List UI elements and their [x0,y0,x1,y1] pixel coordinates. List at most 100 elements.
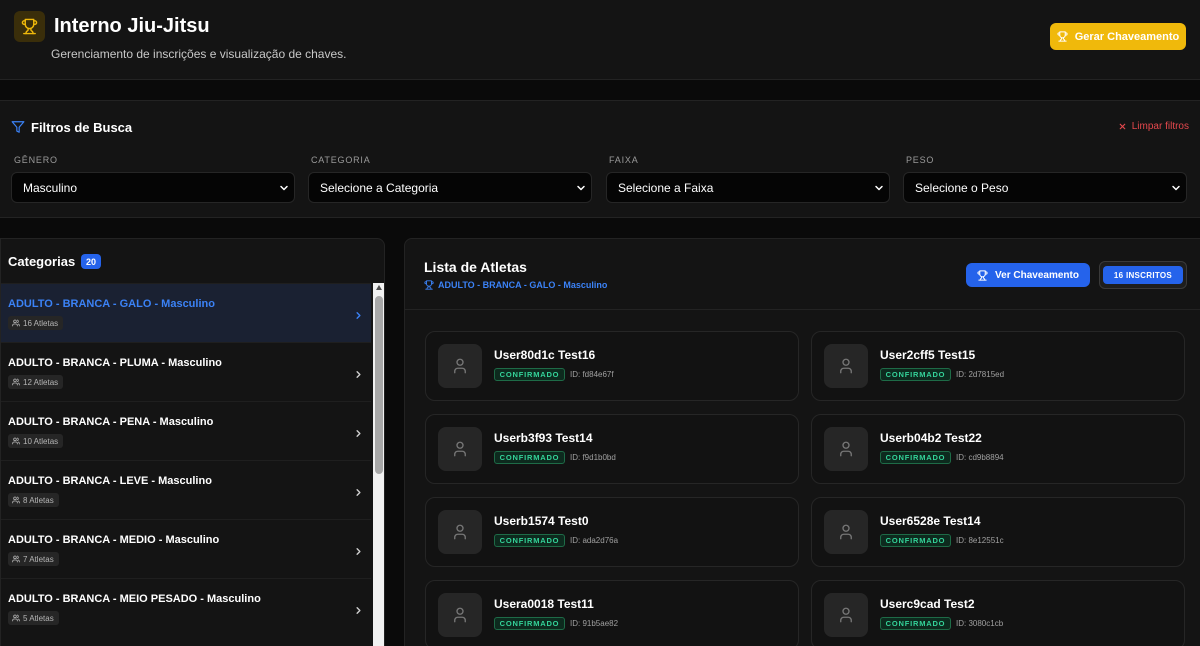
scroll-up-arrow[interactable] [376,285,382,290]
belt-select[interactable]: Selecione a Faixa [606,172,890,203]
enrolled-count-badge: 16 INSCRITOS [1103,266,1183,284]
athlete-id: ID: ada2d76a [570,536,619,545]
status-badge: CONFIRMADO [494,451,565,464]
athlete-count-text: 8 Atletas [23,495,54,505]
athlete-name: Usera0018 Test11 [494,597,594,611]
athlete-count-text: 12 Atletas [23,377,59,387]
status-badge: CONFIRMADO [494,534,565,547]
chevron-down-icon [875,185,883,191]
avatar [824,510,868,554]
athlete-count-badge: 8 Atletas [8,493,59,507]
athlete-card[interactable]: Userb1574 Test0 CONFIRMADO ID: ada2d76a [425,497,799,567]
user-icon [840,441,852,457]
avatar [438,593,482,637]
athlete-count-badge: 7 Atletas [8,552,59,566]
status-badge: CONFIRMADO [880,451,951,464]
athlete-id: ID: fd84e67f [570,370,614,379]
athlete-name: User6528e Test14 [880,514,981,528]
scroll-thumb[interactable] [375,296,383,474]
athlete-count-text: 16 Atletas [23,318,59,328]
view-bracket-button[interactable]: Ver Chaveamento [966,263,1090,287]
athlete-count-badge: 12 Atletas [8,375,64,389]
avatar [438,510,482,554]
athlete-card[interactable]: Userb3f93 Test14 CONFIRMADO ID: f9d1b0bd [425,414,799,484]
close-icon [1119,123,1126,130]
weight-label: PESO [906,155,935,165]
category-select[interactable]: Selecione a Categoria [308,172,592,203]
user-icon [840,524,852,540]
trophy-icon [424,280,434,290]
athlete-name: User2cff5 Test15 [880,348,976,362]
avatar [438,427,482,471]
category-item[interactable]: ADULTO - BRANCA - MEDIO - Masculino 7 Atl… [1,519,371,578]
avatar [824,427,868,471]
app-subtitle: Gerenciamento de inscrições e visualizaç… [51,47,347,61]
category-name: ADULTO - BRANCA - PLUMA - Masculino [8,357,222,369]
filters-panel: Filtros de Busca Limpar filtros GÊNERO M… [0,100,1200,218]
weight-select[interactable]: Selecione o Peso [903,172,1187,203]
athlete-count-badge: 16 Atletas [8,316,64,330]
users-icon [12,496,20,504]
filters-title: Filtros de Busca [31,120,133,135]
athlete-name: Userb1574 Test0 [494,514,589,528]
filter-icon [11,121,25,133]
athlete-count-text: 7 Atletas [23,554,54,564]
user-icon [454,441,466,457]
athlete-card[interactable]: User80d1c Test16 CONFIRMADO ID: fd84e67f [425,331,799,401]
category-item[interactable]: ADULTO - BRANCA - LEVE - Masculino 8 Atle… [1,460,371,519]
athlete-count-badge: 5 Atletas [8,611,59,625]
gender-select[interactable]: Masculino [11,172,295,203]
category-item[interactable]: ADULTO - BRANCA - GALO - Masculino 16 Atl… [1,283,371,342]
category-chevron [353,603,364,621]
selected-category-text: ADULTO - BRANCA - GALO - Masculino [438,280,608,290]
status-badge: CONFIRMADO [880,534,951,547]
category-chevron [353,367,364,385]
clear-filters-label: Limpar filtros [1131,121,1189,132]
categories-list: ADULTO - BRANCA - GALO - Masculino 16 Atl… [1,283,371,637]
users-icon [12,378,20,386]
generate-bracket-button[interactable]: Gerar Chaveamento [1050,23,1186,50]
chevron-down-icon [1172,185,1180,191]
avatar [824,344,868,388]
athlete-count-text: 10 Atletas [23,436,59,446]
enrolled-badge-wrap: 16 INSCRITOS [1099,261,1187,289]
trophy-icon [977,269,988,281]
categories-panel: Categorias 20 ADULTO - BRANCA - GALO - M… [0,238,385,646]
category-item[interactable]: ADULTO - BRANCA - MEIO PESADO - Masculin… [1,578,371,637]
athlete-card[interactable]: User6528e Test14 CONFIRMADO ID: 8e12551c [811,497,1185,567]
users-icon [12,319,20,327]
category-item[interactable]: ADULTO - BRANCA - PLUMA - Masculino 12 At… [1,342,371,401]
view-bracket-label: Ver Chaveamento [995,269,1079,281]
chevron-right-icon [356,312,361,319]
status-badge: CONFIRMADO [494,617,565,630]
chevron-right-icon [356,371,361,378]
athlete-card[interactable]: Userc9cad Test2 CONFIRMADO ID: 3080c1cb [811,580,1185,646]
status-badge: CONFIRMADO [494,368,565,381]
chevron-right-icon [356,430,361,437]
category-item[interactable]: ADULTO - BRANCA - PENA - Masculino 10 Atl… [1,401,371,460]
clear-filters-link[interactable]: Limpar filtros [1118,121,1189,132]
athlete-name: Userc9cad Test2 [880,597,975,611]
athlete-name: User80d1c Test16 [494,348,596,362]
chevron-right-icon [356,489,361,496]
avatar [438,344,482,388]
users-icon [12,437,20,445]
app-header: Interno Jiu-Jitsu Gerenciamento de inscr… [0,0,1200,80]
selected-category-label: ADULTO - BRANCA - GALO - Masculino [424,280,607,290]
category-name: ADULTO - BRANCA - PENA - Masculino [8,416,214,428]
athletes-panel: Lista de Atletas ADULTO - BRANCA - GALO … [404,238,1200,646]
category-name: ADULTO - BRANCA - MEIO PESADO - Masculin… [8,593,261,605]
categories-scrollbar[interactable] [373,283,384,646]
chevron-right-icon [356,548,361,555]
athlete-card[interactable]: Usera0018 Test11 CONFIRMADO ID: 91b5ae82 [425,580,799,646]
trophy-icon [14,11,45,42]
athlete-card[interactable]: Userb04b2 Test22 CONFIRMADO ID: cd9b8894 [811,414,1185,484]
category-chevron [353,426,364,444]
category-chevron [353,485,364,503]
category-name: ADULTO - BRANCA - LEVE - Masculino [8,475,212,487]
generate-bracket-label: Gerar Chaveamento [1074,30,1180,43]
athlete-card[interactable]: User2cff5 Test15 CONFIRMADO ID: 2d7815ed [811,331,1185,401]
athlete-count-text: 5 Atletas [23,613,54,623]
chevron-down-icon [280,185,288,191]
athletes-panel-header: Lista de Atletas ADULTO - BRANCA - GALO … [405,239,1200,310]
